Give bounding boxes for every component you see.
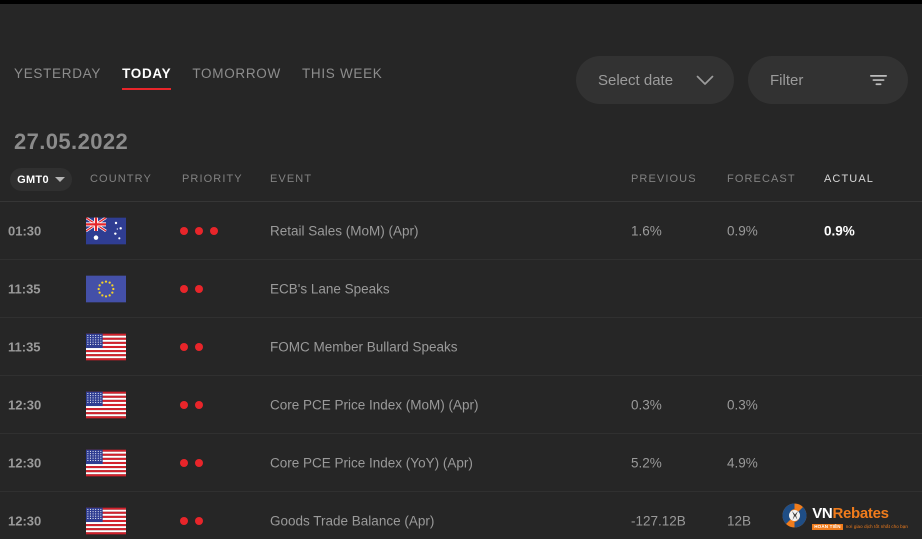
column-header-actual[interactable]: ACTUAL: [824, 173, 874, 185]
caret-down-icon: [54, 177, 65, 182]
event-name[interactable]: Retail Sales (MoM) (Apr): [270, 223, 419, 238]
timezone-label: GMT0: [17, 173, 49, 186]
event-forecast-value: 12B: [727, 513, 752, 528]
tab-yesterday[interactable]: YESTERDAY: [14, 66, 122, 90]
events-table: GMT0 COUNTRY PRIORITY EVENT PREVIOUS FOR…: [0, 161, 922, 539]
priority-indicator: [180, 284, 203, 293]
priority-dot: [180, 284, 188, 293]
priority-indicator: [180, 400, 203, 409]
event-time: 11:35: [8, 339, 41, 354]
event-previous-value: 1.6%: [631, 223, 662, 238]
australia-flag: [86, 217, 126, 244]
event-name[interactable]: Core PCE Price Index (MoM) (Apr): [270, 397, 479, 412]
event-previous-value: 0.3%: [631, 397, 662, 412]
priority-dot: [195, 400, 203, 409]
topbar: YESTERDAY TODAY TOMORROW THIS WEEK Selec…: [0, 4, 922, 112]
priority-dot: [210, 226, 218, 235]
event-time: 01:30: [8, 223, 42, 238]
priority-dot: [195, 342, 203, 351]
priority-dot: [195, 516, 203, 525]
tab-today-label: TODAY: [122, 66, 172, 81]
event-actual-value: 0.9%: [824, 223, 855, 238]
priority-dot: [180, 226, 188, 235]
chevron-down-icon: [696, 75, 714, 86]
column-header-priority[interactable]: PRIORITY: [182, 173, 243, 185]
table-row[interactable]: 12:30 Goods Trade Balance (Apr) -127.12B 12…: [0, 492, 922, 539]
timezone-selector[interactable]: GMT0: [10, 168, 72, 191]
priority-indicator: [180, 342, 203, 351]
event-time: 12:30: [8, 513, 42, 528]
column-header-forecast[interactable]: FORECAST: [727, 173, 796, 185]
event-name[interactable]: ECB's Lane Speaks: [270, 281, 390, 296]
table-body: 01:30 Retail Sales (MoM) (Apr) 1.6% 0.9% 0.9…: [0, 202, 922, 539]
united-states-flag: [86, 449, 126, 476]
event-time: 12:30: [8, 455, 42, 470]
column-header-previous[interactable]: PREVIOUS: [631, 173, 697, 185]
column-header-country[interactable]: COUNTRY: [90, 173, 152, 185]
event-name[interactable]: Core PCE Price Index (YoY) (Apr): [270, 455, 473, 470]
event-forecast-value: 0.9%: [727, 223, 758, 238]
filter-label: Filter: [770, 71, 804, 89]
select-date-label: Select date: [598, 71, 674, 89]
event-previous-value: 5.2%: [631, 455, 662, 470]
tab-this-week[interactable]: THIS WEEK: [302, 66, 404, 90]
event-time: 11:35: [8, 281, 41, 296]
tab-tomorrow[interactable]: TOMORROW: [192, 66, 302, 90]
event-previous-value: -127.12B: [631, 513, 686, 528]
european-union-flag: [86, 275, 126, 302]
select-date-button[interactable]: Select date: [576, 56, 734, 104]
priority-indicator: [180, 516, 203, 525]
united-states-flag: [86, 391, 126, 418]
table-row[interactable]: 11:35 ECB's Lane Speaks: [0, 260, 922, 318]
page-title: 27.05.2022: [14, 129, 129, 154]
table-header: GMT0 COUNTRY PRIORITY EVENT PREVIOUS FOR…: [0, 161, 922, 202]
priority-indicator: [180, 458, 203, 467]
priority-dot: [180, 400, 188, 409]
table-row[interactable]: 12:30 Core PCE Price Index (MoM) (Apr) 0.3…: [0, 376, 922, 434]
event-name[interactable]: FOMC Member Bullard Speaks: [270, 339, 458, 354]
table-row[interactable]: 11:35 FOMC Member Bullard Speaks: [0, 318, 922, 376]
priority-dot: [180, 342, 188, 351]
toolbar-controls: Select date Filter: [576, 56, 908, 104]
filter-button[interactable]: Filter: [748, 56, 908, 104]
tab-today[interactable]: TODAY: [122, 66, 192, 90]
tab-this-week-label: THIS WEEK: [301, 66, 383, 81]
priority-dot: [195, 284, 203, 293]
filter-icon: [869, 73, 888, 87]
tab-tomorrow-label: TOMORROW: [192, 66, 281, 81]
event-forecast-value: 0.3%: [727, 397, 758, 412]
column-header-event[interactable]: EVENT: [270, 173, 312, 185]
united-states-flag: [86, 507, 126, 534]
event-forecast-value: 4.9%: [727, 455, 758, 470]
active-tab-underline: [122, 88, 172, 90]
priority-dot: [195, 458, 203, 467]
event-time: 12:30: [8, 397, 42, 412]
period-tabs: YESTERDAY TODAY TOMORROW THIS WEEK: [14, 66, 404, 90]
event-name[interactable]: Goods Trade Balance (Apr): [270, 513, 434, 528]
priority-dot: [180, 516, 188, 525]
table-row[interactable]: 12:30 Core PCE Price Index (YoY) (Apr) 5.2…: [0, 434, 922, 492]
economic-calendar-app: YESTERDAY TODAY TOMORROW THIS WEEK Selec…: [0, 4, 922, 539]
priority-dot: [180, 458, 188, 467]
tab-yesterday-label: YESTERDAY: [14, 66, 102, 81]
priority-dot: [195, 226, 203, 235]
priority-indicator: [180, 226, 218, 235]
table-row[interactable]: 01:30 Retail Sales (MoM) (Apr) 1.6% 0.9% 0.9…: [0, 202, 922, 260]
united-states-flag: [86, 333, 126, 360]
